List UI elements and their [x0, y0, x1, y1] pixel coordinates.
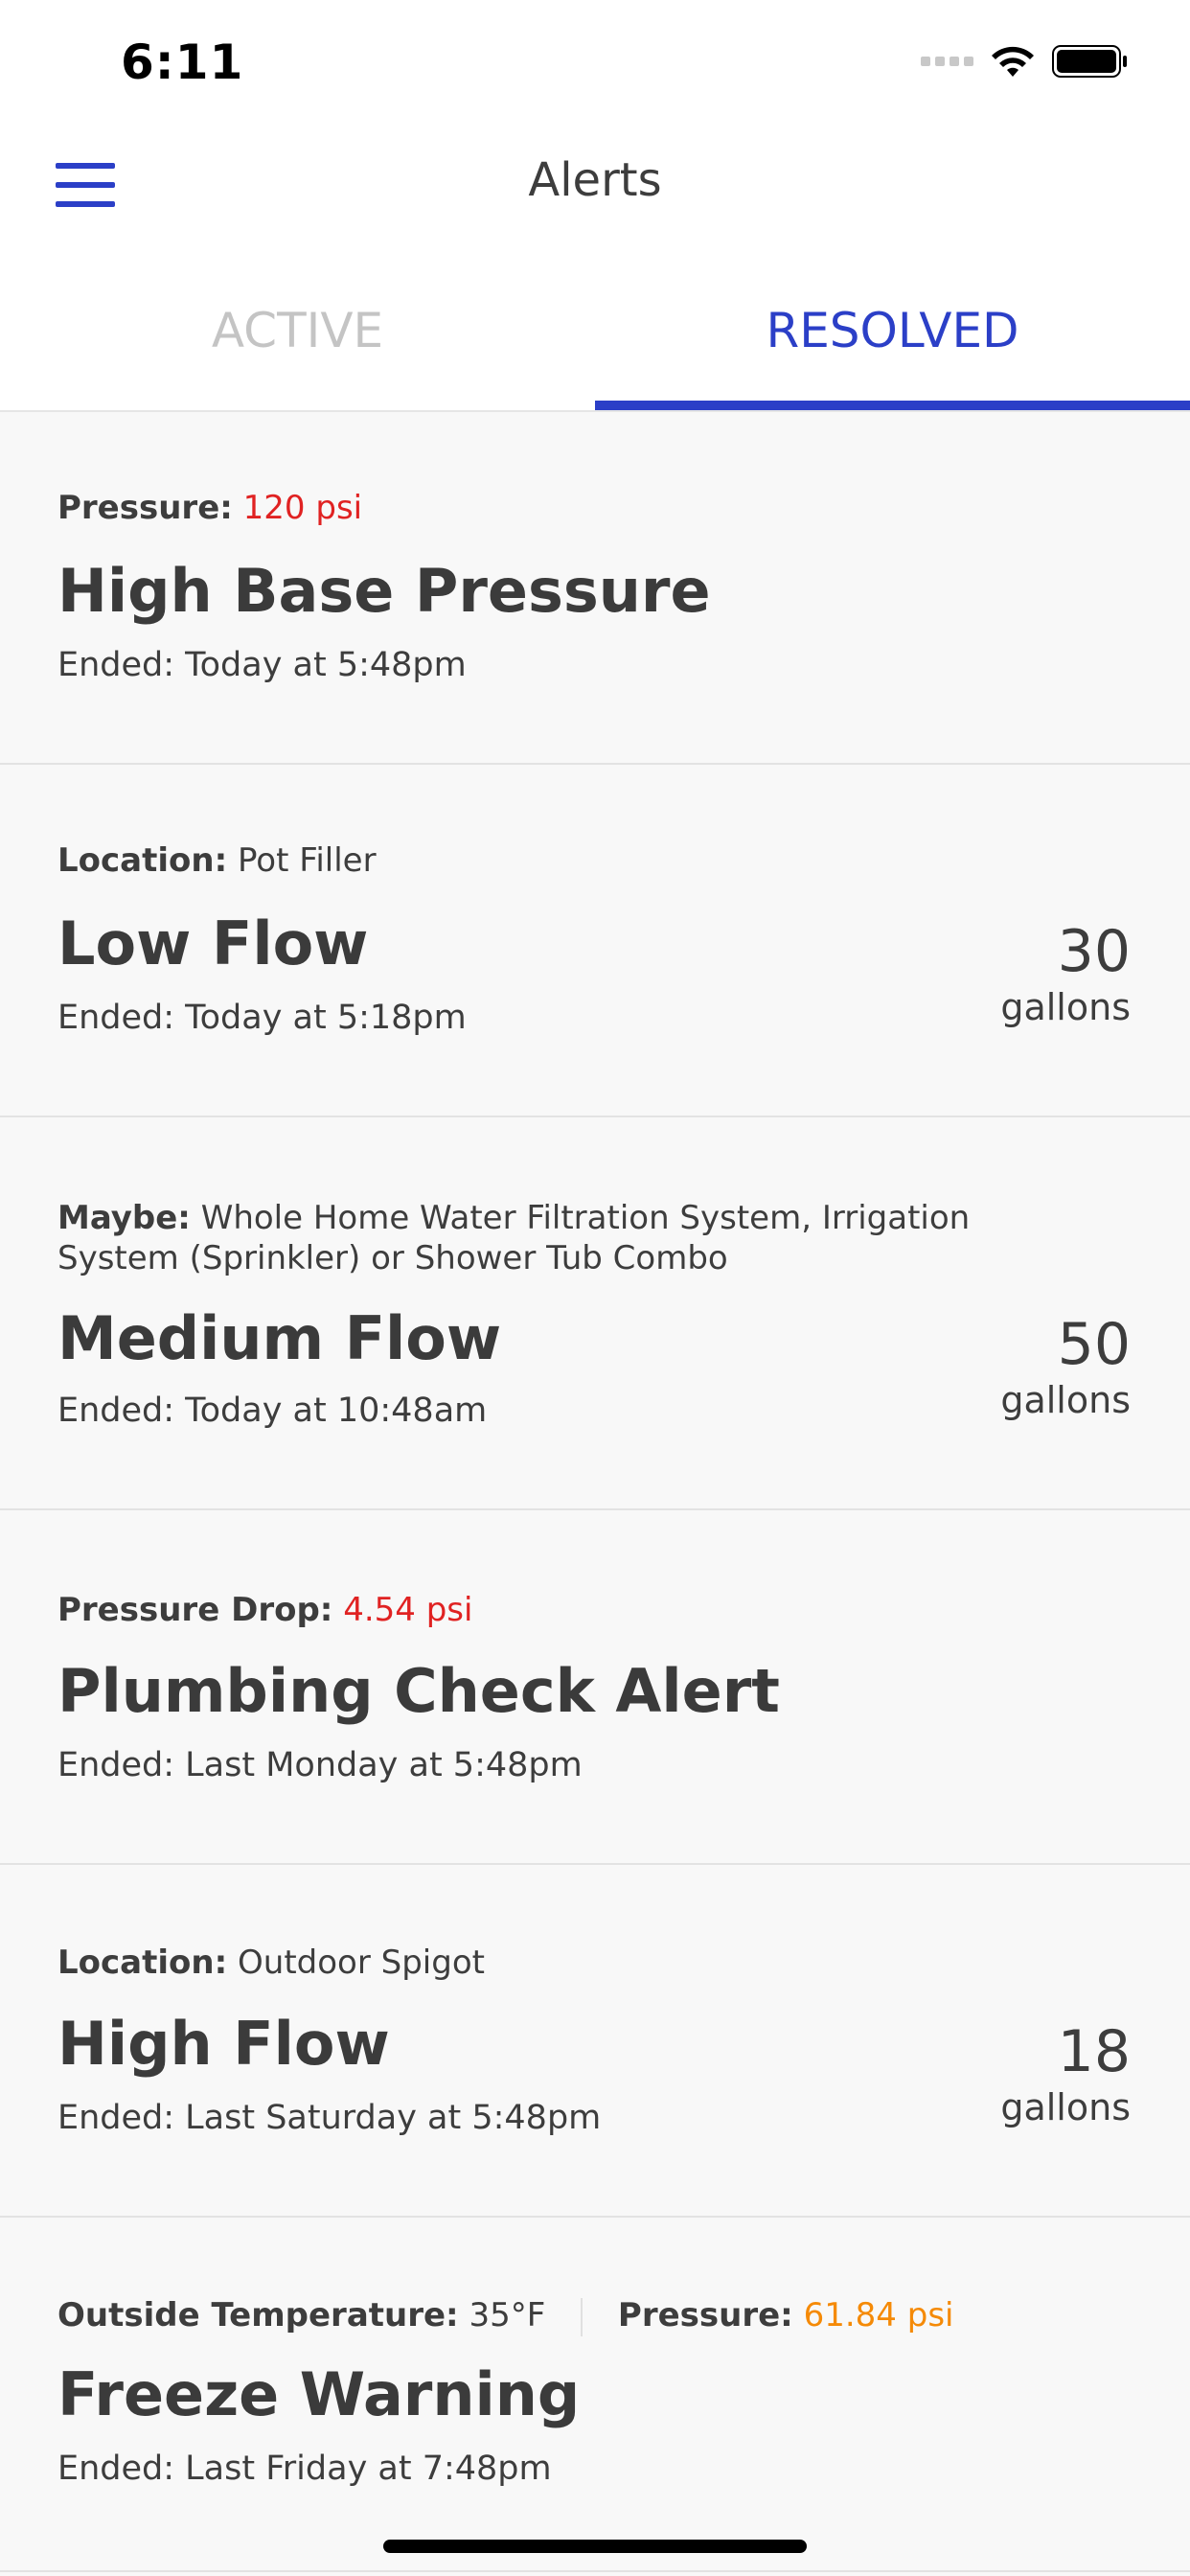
alert-title: Plumbing Check Alert	[57, 1656, 780, 1726]
page-title: Alerts	[528, 153, 662, 207]
alert-card-high-flow[interactable]: Location: Outdoor Spigot High Flow Ended…	[0, 1865, 1190, 2218]
alert-meta-label: Pressure Drop:	[57, 1591, 333, 1629]
alert-meta-value: Pot Filler	[238, 841, 377, 880]
alert-card-plumbing-check[interactable]: Pressure Drop: 4.54 psi Plumbing Check A…	[0, 1510, 1190, 1865]
tab-bar: ACTIVE RESOLVED	[0, 249, 1190, 412]
cellular-signal-icon	[921, 57, 973, 66]
alert-volume: 18 gallons	[1000, 2018, 1131, 2129]
alert-title: High Flow	[57, 2009, 390, 2079]
alert-meta-value-line2: System (Sprinkler) or Shower Tub Combo	[57, 1239, 728, 1277]
alert-meta-label-2: Pressure:	[617, 2296, 793, 2334]
alert-volume: 50 gallons	[1000, 1311, 1131, 1422]
alert-ended-time: Ended: Last Friday at 7:48pm	[57, 2450, 552, 2488]
alert-ended-time: Ended: Today at 5:18pm	[57, 999, 467, 1037]
alert-ended-time: Ended: Today at 10:48am	[57, 1392, 488, 1430]
alert-meta-label: Pressure:	[57, 489, 233, 527]
alert-meta-value: Whole Home Water Filtration System, Irri…	[200, 1199, 971, 1237]
alert-volume-unit: gallons	[1000, 1379, 1131, 1421]
alert-meta-value: 120 psi	[242, 489, 363, 527]
alert-volume-unit: gallons	[1000, 2086, 1131, 2128]
alert-card-high-base-pressure[interactable]: Pressure: 120 psi High Base Pressure End…	[0, 412, 1190, 765]
alert-meta-value: 4.54 psi	[343, 1591, 473, 1629]
alert-volume: 30 gallons	[1000, 918, 1131, 1029]
alert-volume-unit: gallons	[1000, 986, 1131, 1028]
tab-selected-indicator	[595, 401, 1190, 410]
status-icons	[921, 44, 1129, 79]
alert-volume-value: 50	[1057, 1311, 1131, 1378]
alert-meta-label: Location:	[57, 841, 228, 880]
alert-ended-time: Ended: Last Monday at 5:48pm	[57, 1746, 583, 1784]
alert-title: High Base Pressure	[57, 556, 711, 626]
alert-card-freeze-warning[interactable]: Outside Temperature: 35°F Pressure: 61.8…	[0, 2218, 1190, 2572]
alert-meta-value: Outdoor Spigot	[238, 1944, 485, 1982]
tab-active[interactable]: ACTIVE	[0, 249, 595, 410]
alerts-list: Pressure: 120 psi High Base Pressure End…	[0, 412, 1190, 2572]
alert-meta: Location: Outdoor Spigot	[57, 1944, 485, 1982]
status-time: 6:11	[121, 34, 244, 90]
alert-meta: Maybe: Whole Home Water Filtration Syste…	[57, 1198, 970, 1278]
wifi-icon	[992, 46, 1034, 77]
alert-meta-value: 35°F	[469, 2296, 546, 2334]
status-bar: 6:11	[0, 0, 1190, 125]
home-indicator[interactable]	[383, 2540, 807, 2553]
battery-icon	[1052, 45, 1127, 78]
alert-meta-label: Location:	[57, 1944, 228, 1982]
alert-card-medium-flow[interactable]: Maybe: Whole Home Water Filtration Syste…	[0, 1117, 1190, 1510]
alert-meta-value-2: 61.84 psi	[803, 2296, 954, 2334]
alert-meta: Outside Temperature: 35°F Pressure: 61.8…	[57, 2296, 953, 2336]
alert-ended-time: Ended: Last Saturday at 5:48pm	[57, 2099, 602, 2137]
alert-meta-label: Outside Temperature:	[57, 2296, 459, 2334]
tab-resolved[interactable]: RESOLVED	[595, 249, 1190, 410]
alert-title: Medium Flow	[57, 1303, 502, 1373]
meta-divider	[581, 2297, 584, 2336]
alert-meta: Pressure: 120 psi	[57, 489, 362, 527]
alert-volume-value: 30	[1057, 918, 1131, 985]
alert-title: Low Flow	[57, 908, 369, 978]
alert-volume-value: 18	[1057, 2018, 1131, 2085]
alert-meta: Location: Pot Filler	[57, 841, 377, 880]
alert-meta-label: Maybe:	[57, 1199, 191, 1237]
alert-title: Freeze Warning	[57, 2359, 581, 2429]
alert-meta: Pressure Drop: 4.54 psi	[57, 1591, 472, 1629]
nav-bar: Alerts	[0, 125, 1190, 249]
alert-ended-time: Ended: Today at 5:48pm	[57, 646, 467, 684]
alert-card-low-flow[interactable]: Location: Pot Filler Low Flow Ended: Tod…	[0, 765, 1190, 1117]
